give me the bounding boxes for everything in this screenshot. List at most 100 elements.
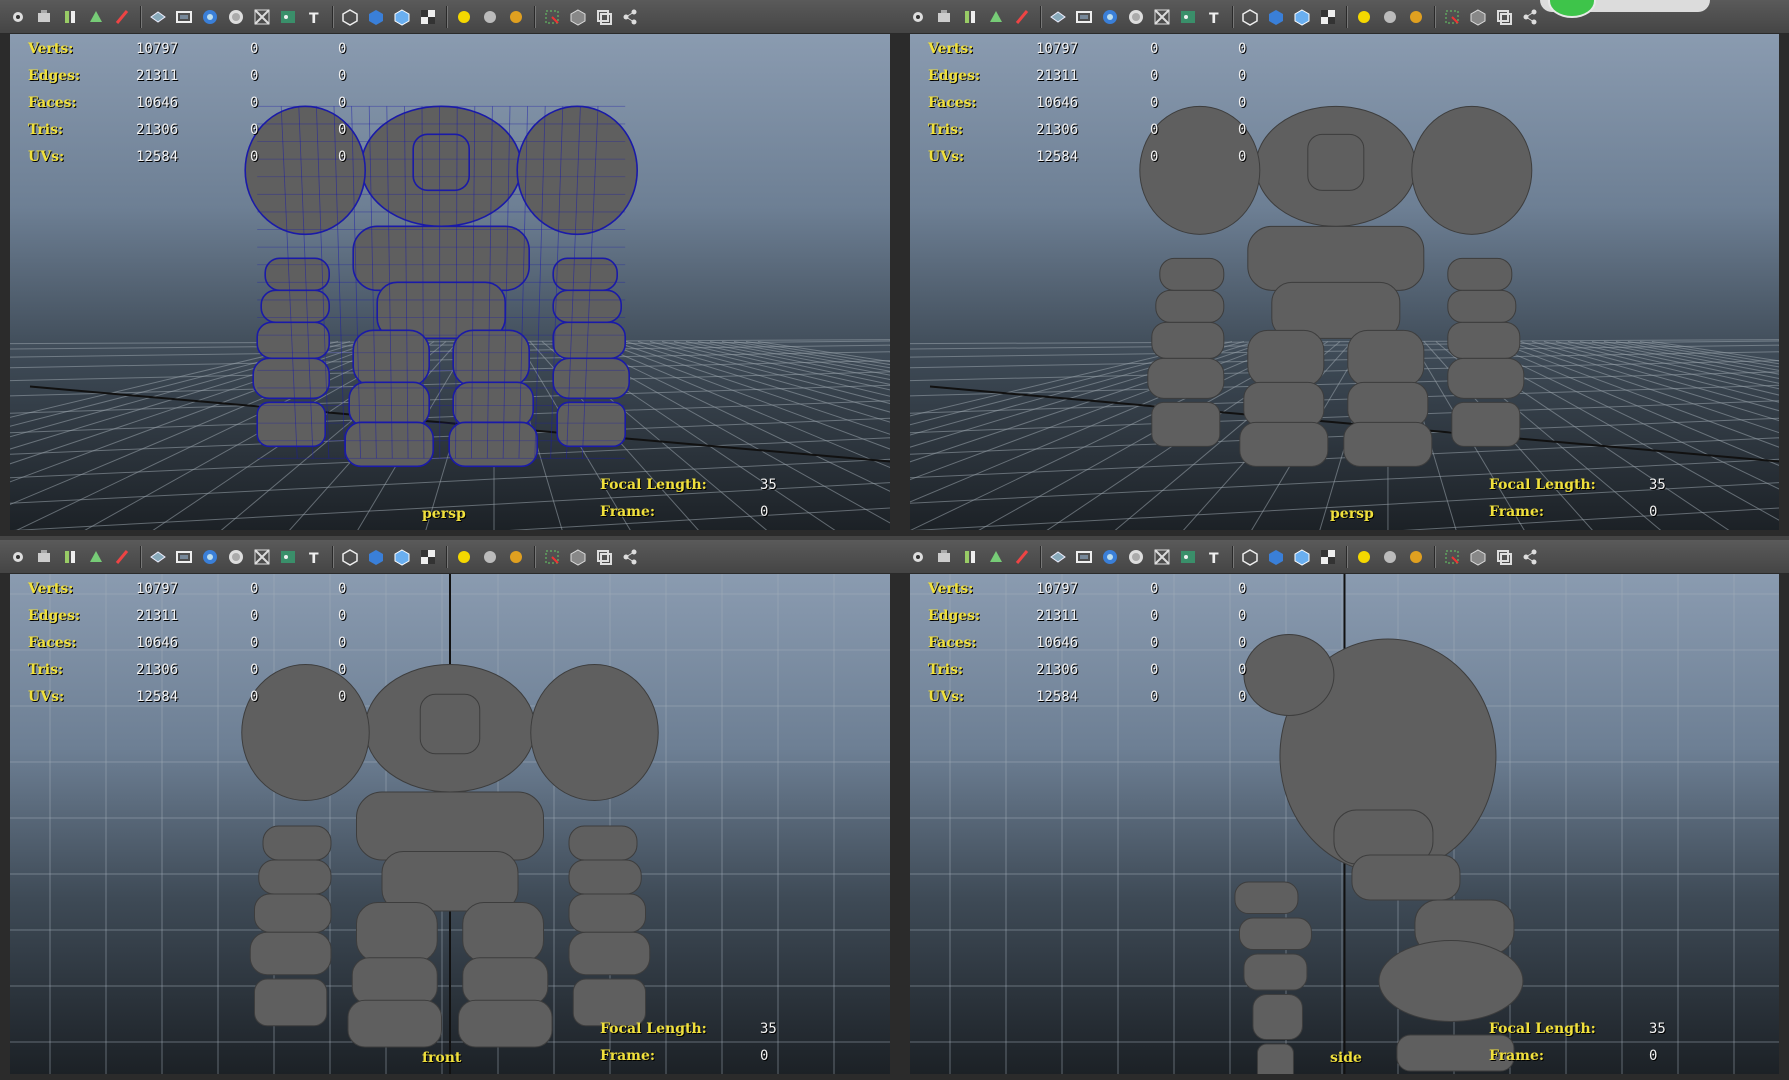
smooth-shade-icon[interactable]	[366, 547, 386, 567]
safe-action-icon[interactable]	[1178, 7, 1198, 27]
wireframe-on-shaded-icon[interactable]	[392, 7, 412, 27]
resolution-gate-icon[interactable]	[200, 7, 220, 27]
field-chart-icon[interactable]	[1152, 547, 1172, 567]
image-plane-icon[interactable]	[986, 7, 1006, 27]
grease-pencil-icon[interactable]	[112, 7, 132, 27]
resolution-gate-icon[interactable]	[200, 547, 220, 567]
viewport-canvas[interactable]: Verts: 10797 0 0 Edges: 21311 0 0 Faces: 10646 0 0 T…	[10, 34, 890, 530]
grease-pencil-icon[interactable]	[1012, 7, 1032, 27]
image-plane-icon[interactable]	[86, 547, 106, 567]
viewport-panel-front-3[interactable]: T Verts: 10797 0 0 Edges: 21311 0 0 Faces: 10646 0 0…	[0, 540, 900, 1080]
grid-icon[interactable]	[148, 7, 168, 27]
shadows-icon[interactable]	[1380, 547, 1400, 567]
safe-action-icon[interactable]	[278, 547, 298, 567]
use-all-lights-icon[interactable]	[1354, 7, 1374, 27]
smooth-shade-icon[interactable]	[1266, 547, 1286, 567]
viewport-panel-persp-2[interactable]: T Verts: 10797 0 0 Edges: 21311 0 0 Faces: 10646 0 0…	[900, 0, 1789, 536]
isolate-select-icon[interactable]	[542, 547, 562, 567]
bookmark-icon[interactable]	[960, 547, 980, 567]
high-quality-icon[interactable]	[506, 7, 526, 27]
xray-joints-icon[interactable]	[594, 547, 614, 567]
bookmark-icon[interactable]	[60, 7, 80, 27]
image-plane-icon[interactable]	[86, 7, 106, 27]
camera-select-icon[interactable]	[8, 547, 28, 567]
xray-joints-icon[interactable]	[1494, 7, 1514, 27]
camera-attributes-icon[interactable]	[34, 7, 54, 27]
film-gate-icon[interactable]	[1074, 7, 1094, 27]
resolution-gate-icon[interactable]	[1100, 547, 1120, 567]
grid-icon[interactable]	[1048, 7, 1068, 27]
grid-icon[interactable]	[1048, 547, 1068, 567]
viewport-panel-side-4[interactable]: T Verts: 10797 0 0 Edges: 21311 0 0 Faces: 10646 0 0…	[900, 540, 1789, 1080]
wireframe-icon[interactable]	[340, 7, 360, 27]
xray-icon[interactable]	[1468, 547, 1488, 567]
grid-icon[interactable]	[148, 547, 168, 567]
field-chart-icon[interactable]	[252, 547, 272, 567]
safe-title-icon[interactable]: T	[304, 7, 324, 27]
isolate-select-icon[interactable]	[1442, 7, 1462, 27]
bookmark-icon[interactable]	[60, 547, 80, 567]
grease-pencil-icon[interactable]	[1012, 547, 1032, 567]
wireframe-on-shaded-icon[interactable]	[1292, 547, 1312, 567]
camera-attributes-icon[interactable]	[934, 7, 954, 27]
textured-icon[interactable]	[1318, 7, 1338, 27]
wireframe-icon[interactable]	[1240, 7, 1260, 27]
viewport-canvas[interactable]: Verts: 10797 0 0 Edges: 21311 0 0 Faces: 10646 0 0 T…	[910, 574, 1779, 1074]
wireframe-on-shaded-icon[interactable]	[392, 547, 412, 567]
xray-icon[interactable]	[1468, 7, 1488, 27]
image-plane-icon[interactable]	[986, 547, 1006, 567]
gate-mask-icon[interactable]	[226, 7, 246, 27]
grease-pencil-icon[interactable]	[112, 547, 132, 567]
camera-select-icon[interactable]	[908, 547, 928, 567]
xray-components-icon[interactable]	[620, 547, 640, 567]
safe-title-icon[interactable]: T	[1204, 547, 1224, 567]
gate-mask-icon[interactable]	[226, 547, 246, 567]
wireframe-icon[interactable]	[340, 547, 360, 567]
textured-icon[interactable]	[418, 7, 438, 27]
isolate-select-icon[interactable]	[1442, 547, 1462, 567]
film-gate-icon[interactable]	[1074, 547, 1094, 567]
gate-mask-icon[interactable]	[1126, 7, 1146, 27]
smooth-shade-icon[interactable]	[366, 7, 386, 27]
smooth-shade-icon[interactable]	[1266, 7, 1286, 27]
xray-joints-icon[interactable]	[594, 7, 614, 27]
viewport-panel-persp-1[interactable]: T Verts: 10797 0 0 Edges: 21311 0 0 Faces: 10646 0 0…	[0, 0, 900, 536]
textured-icon[interactable]	[418, 547, 438, 567]
textured-icon[interactable]	[1318, 547, 1338, 567]
xray-icon[interactable]	[568, 547, 588, 567]
safe-action-icon[interactable]	[278, 7, 298, 27]
field-chart-icon[interactable]	[252, 7, 272, 27]
gate-mask-icon[interactable]	[1126, 547, 1146, 567]
xray-components-icon[interactable]	[620, 7, 640, 27]
isolate-select-icon[interactable]	[542, 7, 562, 27]
xray-components-icon[interactable]	[1520, 547, 1540, 567]
camera-attributes-icon[interactable]	[934, 547, 954, 567]
high-quality-icon[interactable]	[1406, 7, 1426, 27]
film-gate-icon[interactable]	[174, 547, 194, 567]
shadows-icon[interactable]	[480, 547, 500, 567]
viewport-canvas[interactable]: Verts: 10797 0 0 Edges: 21311 0 0 Faces: 10646 0 0 T…	[910, 34, 1779, 530]
camera-attributes-icon[interactable]	[34, 547, 54, 567]
resolution-gate-icon[interactable]	[1100, 7, 1120, 27]
bookmark-icon[interactable]	[960, 7, 980, 27]
viewport-canvas[interactable]: Verts: 10797 0 0 Edges: 21311 0 0 Faces: 10646 0 0 T…	[10, 574, 890, 1074]
use-all-lights-icon[interactable]	[454, 7, 474, 27]
xray-icon[interactable]	[568, 7, 588, 27]
xray-components-icon[interactable]	[1520, 7, 1540, 27]
use-all-lights-icon[interactable]	[454, 547, 474, 567]
camera-select-icon[interactable]	[8, 7, 28, 27]
shadows-icon[interactable]	[1380, 7, 1400, 27]
safe-action-icon[interactable]	[1178, 547, 1198, 567]
wireframe-on-shaded-icon[interactable]	[1292, 7, 1312, 27]
field-chart-icon[interactable]	[1152, 7, 1172, 27]
xray-joints-icon[interactable]	[1494, 547, 1514, 567]
safe-title-icon[interactable]: T	[1204, 7, 1224, 27]
use-all-lights-icon[interactable]	[1354, 547, 1374, 567]
high-quality-icon[interactable]	[506, 547, 526, 567]
camera-select-icon[interactable]	[908, 7, 928, 27]
shadows-icon[interactable]	[480, 7, 500, 27]
high-quality-icon[interactable]	[1406, 547, 1426, 567]
film-gate-icon[interactable]	[174, 7, 194, 27]
safe-title-icon[interactable]: T	[304, 547, 324, 567]
wireframe-icon[interactable]	[1240, 547, 1260, 567]
